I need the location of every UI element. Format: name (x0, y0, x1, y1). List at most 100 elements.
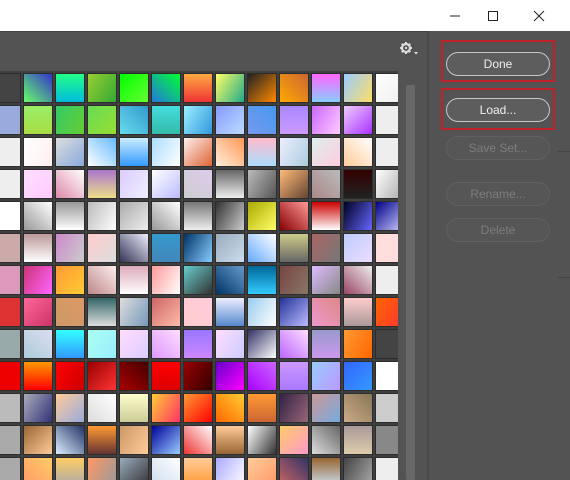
gradient-swatch[interactable] (247, 105, 277, 135)
gradient-swatch[interactable] (279, 105, 309, 135)
gradient-swatch[interactable] (375, 73, 398, 103)
gradient-swatch[interactable] (87, 137, 117, 167)
gradient-swatch[interactable] (375, 425, 398, 455)
gradient-swatch[interactable] (151, 457, 181, 480)
gradient-swatch[interactable] (23, 201, 53, 231)
scrollbar-thumb[interactable] (406, 85, 415, 480)
gradient-swatch[interactable] (87, 233, 117, 263)
gradient-swatch[interactable] (215, 105, 245, 135)
gradient-swatch[interactable] (279, 137, 309, 167)
gradient-swatch[interactable] (23, 393, 53, 423)
gradient-swatch[interactable] (55, 137, 85, 167)
gradient-swatch[interactable] (23, 105, 53, 135)
gradient-swatch[interactable] (0, 73, 21, 103)
gradient-swatch[interactable] (247, 361, 277, 391)
gradient-swatch[interactable] (87, 425, 117, 455)
gradient-swatch[interactable] (215, 201, 245, 231)
gradient-swatch[interactable] (55, 361, 85, 391)
gradient-swatch[interactable] (119, 425, 149, 455)
gradient-swatch[interactable] (343, 329, 373, 359)
gradient-swatch[interactable] (87, 329, 117, 359)
gradient-swatch[interactable] (23, 265, 53, 295)
gradient-swatch[interactable] (119, 329, 149, 359)
gradient-swatch[interactable] (183, 393, 213, 423)
gradient-swatch[interactable] (87, 457, 117, 480)
gradient-swatch[interactable] (183, 169, 213, 199)
gradient-swatch[interactable] (311, 105, 341, 135)
gradient-swatch[interactable] (0, 105, 21, 135)
gradient-swatch[interactable] (375, 297, 398, 327)
gradient-swatch[interactable] (215, 457, 245, 480)
gradient-swatch[interactable] (183, 233, 213, 263)
gradient-swatch[interactable] (151, 137, 181, 167)
gradient-swatch[interactable] (87, 265, 117, 295)
gradient-swatch[interactable] (247, 137, 277, 167)
gradient-swatch[interactable] (343, 137, 373, 167)
maximize-button[interactable] (470, 0, 516, 31)
gradient-swatch[interactable] (375, 361, 398, 391)
gradient-swatch[interactable] (119, 361, 149, 391)
gradient-swatch[interactable] (343, 73, 373, 103)
gradient-swatch[interactable] (23, 137, 53, 167)
gradient-swatch[interactable] (279, 393, 309, 423)
gradient-swatch[interactable] (0, 393, 21, 423)
gradient-swatch[interactable] (55, 393, 85, 423)
gradient-swatch[interactable] (23, 329, 53, 359)
gradient-swatch[interactable] (375, 329, 398, 359)
gradient-swatch[interactable] (247, 73, 277, 103)
gradient-swatch[interactable] (375, 265, 398, 295)
gradient-swatch[interactable] (343, 393, 373, 423)
close-button[interactable] (516, 0, 562, 31)
gradient-swatch[interactable] (87, 297, 117, 327)
gradient-swatch[interactable] (343, 233, 373, 263)
gradient-swatch[interactable] (343, 105, 373, 135)
gradient-swatch[interactable] (87, 73, 117, 103)
gradient-swatch[interactable] (55, 105, 85, 135)
scrollbar[interactable] (404, 85, 416, 480)
gradient-swatch[interactable] (87, 169, 117, 199)
gradient-swatch[interactable] (247, 233, 277, 263)
gradient-swatch[interactable] (343, 425, 373, 455)
gradient-swatch[interactable] (23, 361, 53, 391)
gradient-swatch[interactable] (375, 137, 398, 167)
gradient-swatch[interactable] (55, 169, 85, 199)
gradient-swatch[interactable] (183, 137, 213, 167)
gradient-swatch[interactable] (183, 361, 213, 391)
gradient-swatch[interactable] (279, 425, 309, 455)
gradient-swatch[interactable] (119, 233, 149, 263)
gradient-swatch[interactable] (183, 105, 213, 135)
gradient-swatch[interactable] (215, 137, 245, 167)
gradient-swatch[interactable] (183, 457, 213, 480)
gradient-swatch[interactable] (375, 201, 398, 231)
gradient-swatch[interactable] (55, 457, 85, 480)
gradient-swatch[interactable] (0, 425, 21, 455)
gradient-swatch[interactable] (279, 233, 309, 263)
gradient-swatch[interactable] (119, 393, 149, 423)
gradient-swatch[interactable] (311, 201, 341, 231)
save-set-button[interactable]: Save Set... (446, 136, 550, 160)
gradient-swatch[interactable] (311, 457, 341, 480)
gradient-swatch[interactable] (151, 297, 181, 327)
gradient-swatch[interactable] (311, 297, 341, 327)
gradient-swatch[interactable] (311, 361, 341, 391)
gradient-swatch[interactable] (55, 329, 85, 359)
gradient-swatch[interactable] (87, 201, 117, 231)
gradient-swatch[interactable] (343, 457, 373, 480)
gradient-swatch[interactable] (23, 457, 53, 480)
gradient-swatch[interactable] (375, 169, 398, 199)
gradient-swatch[interactable] (119, 137, 149, 167)
gradient-swatch[interactable] (183, 425, 213, 455)
gradient-swatch[interactable] (215, 361, 245, 391)
gradient-swatch[interactable] (119, 265, 149, 295)
gradient-swatch[interactable] (183, 297, 213, 327)
gradient-swatch[interactable] (375, 105, 398, 135)
gradient-swatch[interactable] (215, 393, 245, 423)
gradient-swatch[interactable] (119, 169, 149, 199)
gradient-swatch[interactable] (0, 265, 21, 295)
gradient-swatch[interactable] (247, 457, 277, 480)
gradient-swatch[interactable] (247, 297, 277, 327)
gradient-swatch[interactable] (23, 169, 53, 199)
gradient-swatch[interactable] (151, 233, 181, 263)
gradient-swatch[interactable] (215, 169, 245, 199)
gradient-swatch[interactable] (183, 73, 213, 103)
